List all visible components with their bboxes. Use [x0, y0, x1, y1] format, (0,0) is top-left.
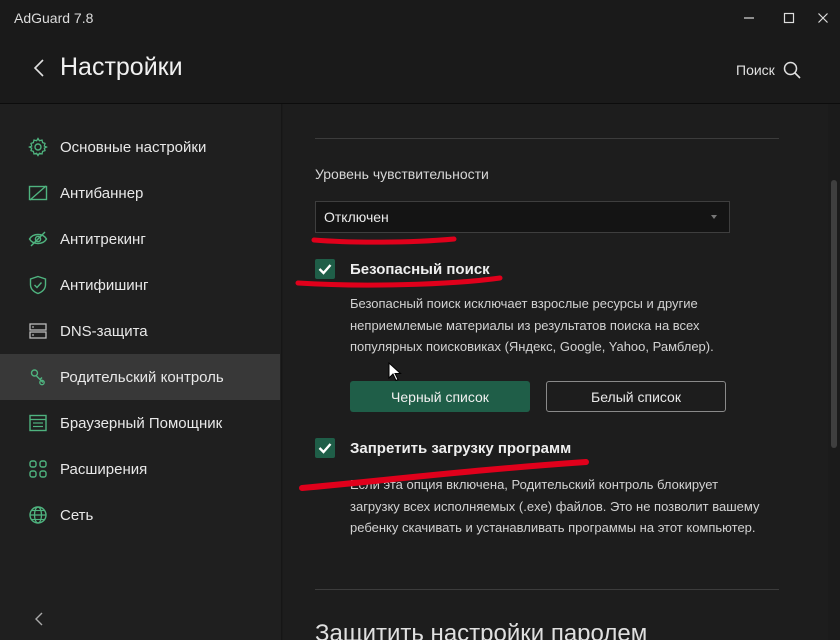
block-downloads-title: Запретить загрузку программ	[350, 440, 572, 457]
sidebar-item-label: Антибаннер	[60, 184, 144, 202]
safe-search-description: Безопасный поиск исключает взрослые ресу…	[350, 296, 714, 354]
sensitivity-value: Отключен	[324, 209, 389, 225]
sidebar-item-antitracking[interactable]: Антитрекинг	[0, 216, 280, 262]
app-title: AdGuard 7.8	[14, 10, 94, 26]
sidebar-item-network[interactable]: Сеть	[0, 492, 280, 538]
sidebar: Основные настройки Антибаннер Антитрекин…	[0, 104, 282, 640]
search-button[interactable]: Поиск	[736, 58, 801, 82]
maximize-button[interactable]	[774, 6, 804, 30]
gear-icon	[28, 137, 48, 157]
sidebar-item-extensions[interactable]: Расширения	[0, 446, 280, 492]
settings-content: Уровень чувствительности Отключен Безопа…	[283, 104, 828, 640]
page-header: Настройки Поиск	[0, 36, 840, 104]
browser-icon	[28, 413, 48, 433]
block-downloads-description: Если эта опция включена, Родительский ко…	[350, 477, 760, 535]
sidebar-item-browser-assistant[interactable]: Браузерный Помощник	[0, 400, 280, 446]
sidebar-item-antibanner[interactable]: Антибаннер	[0, 170, 280, 216]
safe-search-title: Безопасный поиск	[350, 261, 490, 278]
safe-search-checkbox[interactable]	[315, 259, 335, 279]
sidebar-item-label: Браузерный Помощник	[60, 414, 223, 432]
shield-check-icon	[28, 275, 48, 295]
collapse-sidebar-button[interactable]	[30, 608, 48, 630]
back-button[interactable]	[28, 54, 50, 82]
sensitivity-label: Уровень чувствительности	[315, 166, 489, 182]
checkmark-icon	[318, 264, 332, 275]
close-button[interactable]	[808, 6, 838, 30]
sidebar-item-label: Основные настройки	[60, 138, 207, 156]
server-icon	[28, 321, 48, 341]
search-icon	[783, 61, 801, 79]
sidebar-item-label: Сеть	[60, 506, 94, 524]
sensitivity-dropdown[interactable]: Отключен	[315, 201, 730, 233]
sidebar-item-parental-control[interactable]: Родительский контроль	[0, 354, 280, 400]
divider	[315, 138, 779, 139]
sidebar-item-dns[interactable]: DNS-защита	[0, 308, 280, 354]
minimize-button[interactable]	[734, 6, 764, 30]
block-downloads-checkbox[interactable]	[315, 438, 335, 458]
search-label: Поиск	[736, 62, 775, 78]
mouse-cursor-icon	[388, 362, 402, 382]
sidebar-item-label: Антифишинг	[60, 276, 149, 294]
extensions-grid-icon	[28, 459, 48, 479]
sidebar-item-label: Антитрекинг	[60, 230, 146, 248]
antibanner-icon	[28, 183, 48, 203]
whitelist-button[interactable]: Белый список	[546, 381, 726, 412]
protect-settings-title: Защитить настройки паролем	[315, 620, 648, 640]
blacklist-button[interactable]: Черный список	[350, 381, 530, 412]
title-bar: AdGuard 7.8	[0, 0, 840, 36]
parental-control-icon	[28, 367, 48, 387]
minimize-icon	[744, 17, 754, 19]
chevron-left-icon	[35, 612, 43, 626]
divider	[315, 589, 779, 590]
chevron-left-icon	[33, 59, 44, 77]
eye-off-icon	[28, 229, 48, 249]
close-icon	[818, 13, 828, 23]
globe-icon	[28, 505, 48, 525]
scrollbar-thumb[interactable]	[831, 180, 837, 448]
checkmark-icon	[318, 443, 332, 454]
page-title: Настройки	[60, 53, 183, 81]
sidebar-item-general[interactable]: Основные настройки	[0, 124, 280, 170]
content-scrollbar[interactable]	[828, 104, 840, 640]
sidebar-item-antiphishing[interactable]: Антифишинг	[0, 262, 280, 308]
maximize-icon	[783, 12, 795, 24]
sidebar-item-label: Расширения	[60, 460, 148, 478]
chevron-down-icon	[711, 215, 717, 219]
sidebar-item-label: Родительский контроль	[60, 368, 224, 386]
sidebar-item-label: DNS-защита	[60, 322, 148, 340]
